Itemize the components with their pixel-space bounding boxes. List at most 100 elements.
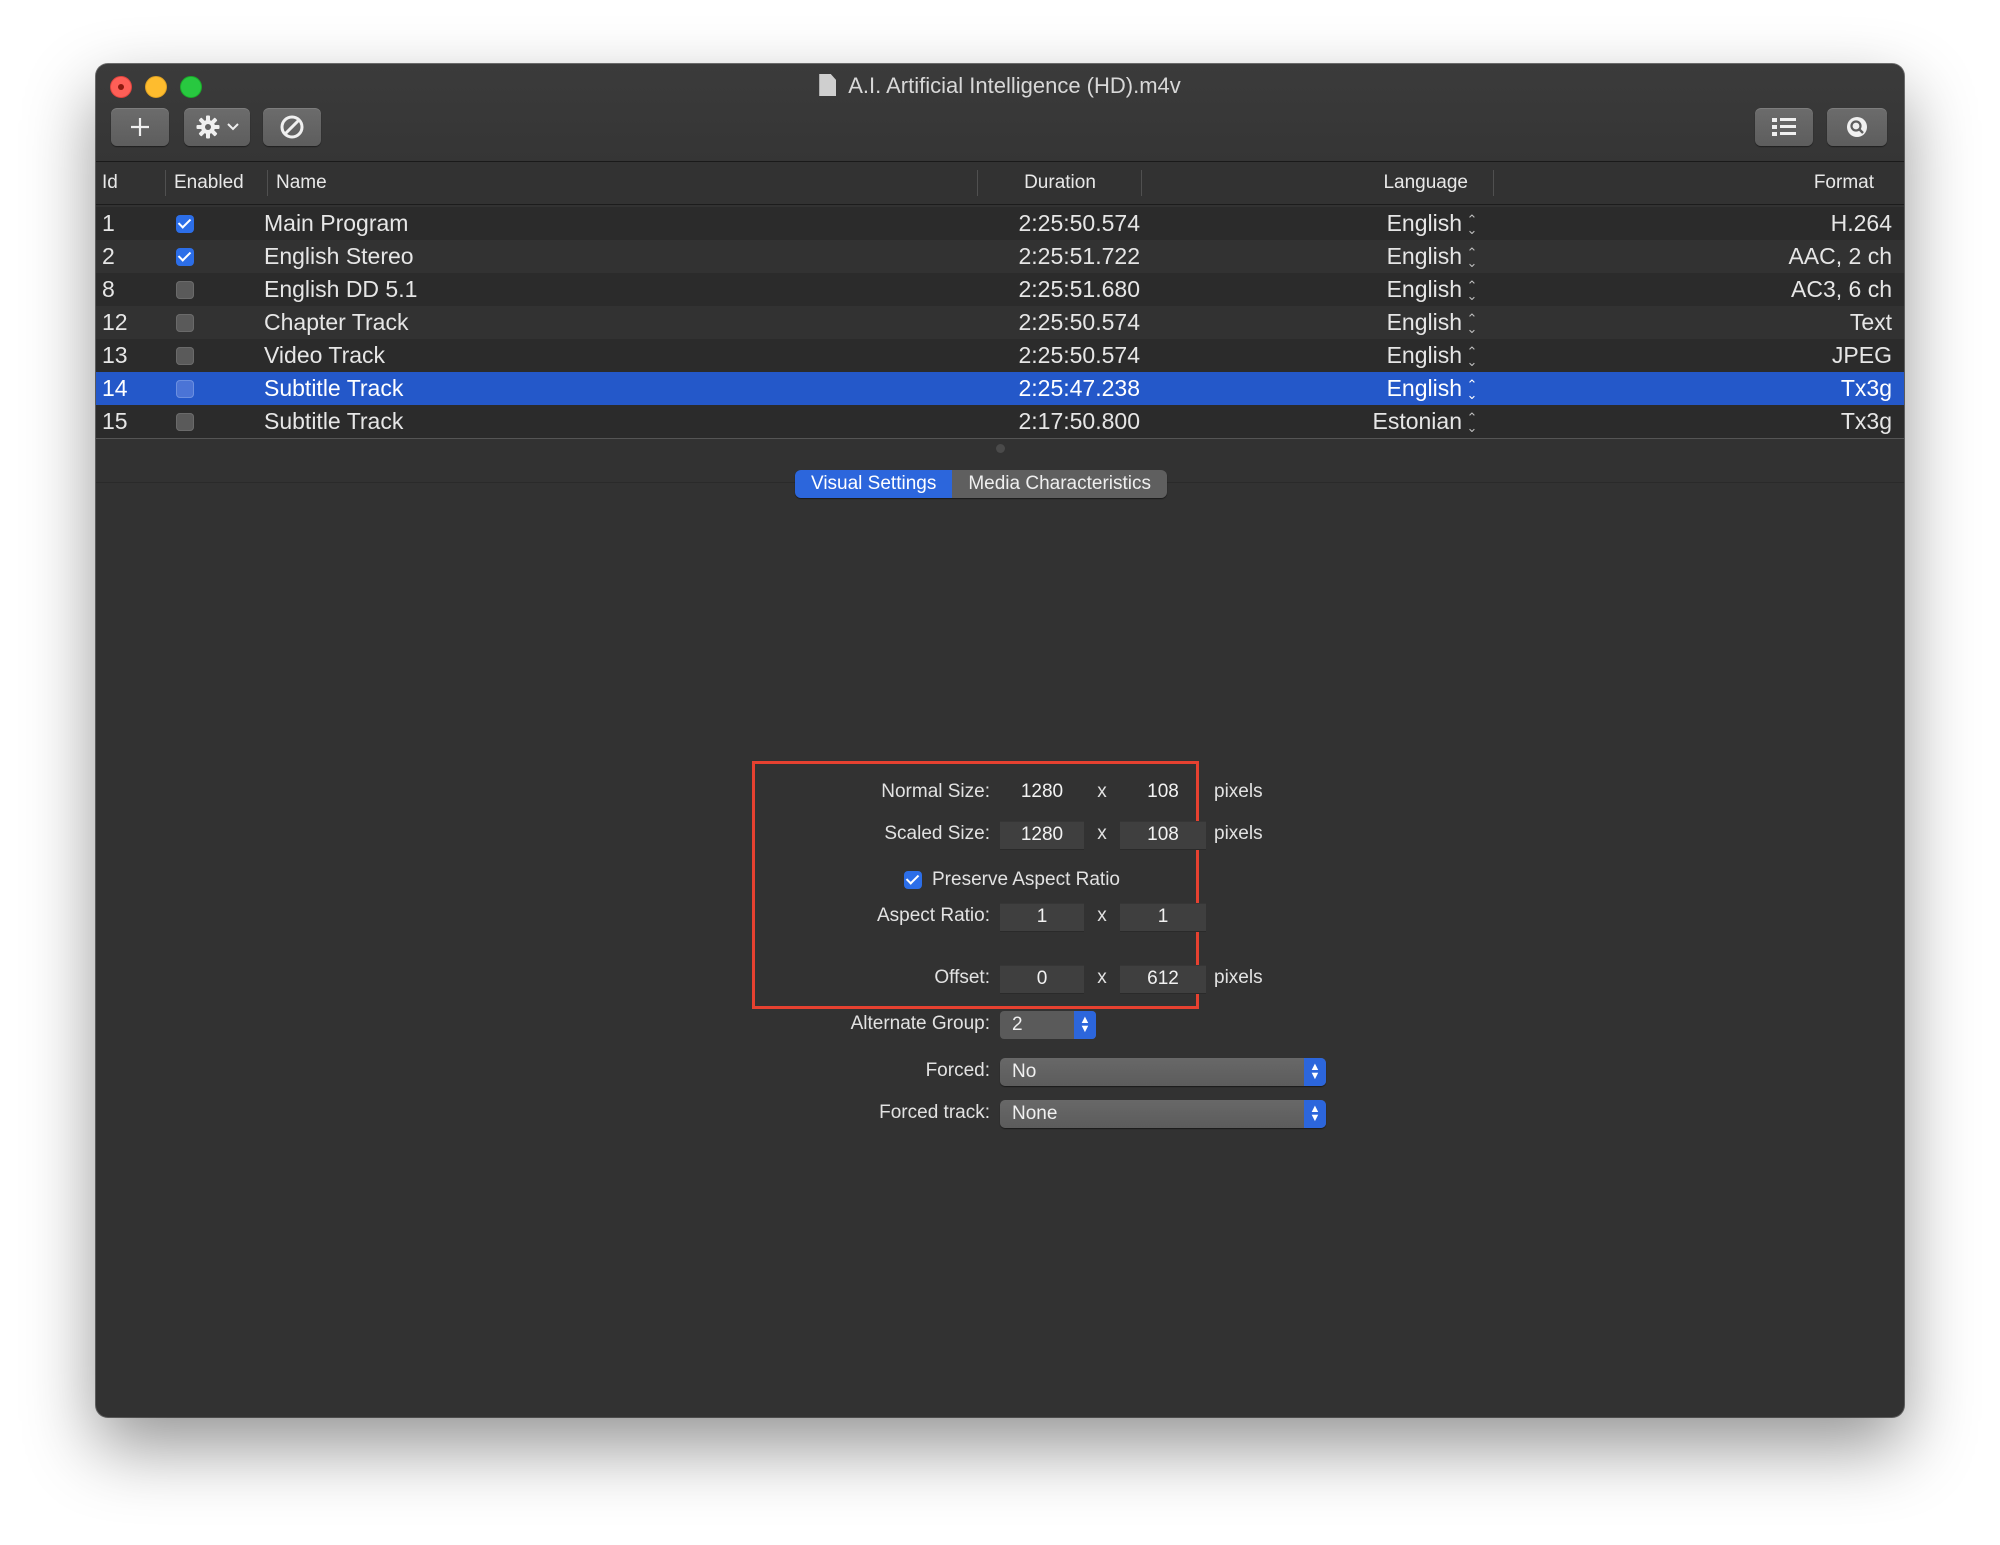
forced-label: Forced: (925, 1060, 990, 1081)
aspect-ratio-width-field[interactable]: 1 (1000, 903, 1084, 932)
prohibited-icon (280, 115, 304, 139)
track-id: 1 (102, 210, 115, 236)
track-language-popup[interactable]: English ⌃ ⌄ (1186, 240, 1478, 273)
column-format-header[interactable]: Format (1494, 162, 1874, 204)
tab-media-characteristics[interactable]: Media Characteristics (952, 470, 1168, 498)
column-duration-header[interactable]: Duration (978, 162, 1142, 204)
track-duration: 2:25:47.238 (1018, 375, 1140, 401)
window-title-text: A.I. Artificial Intelligence (HD).m4v (848, 73, 1181, 98)
up-down-arrows-icon: ⌃ ⌄ (1466, 343, 1478, 369)
enabled-checkbox[interactable] (176, 413, 194, 431)
table-row[interactable]: 14 Subtitle Track 2:25:47.238 English ⌃ ⌄ Tx3g (96, 372, 1904, 405)
tracks-table-body: 1 Main Program 2:25:50.574 English ⌃ ⌄ H.264 2 E… (96, 207, 1904, 438)
up-down-arrows-icon: ⌃ ⌄ (1466, 310, 1478, 336)
track-language-popup[interactable]: Estonian ⌃ ⌄ (1186, 405, 1478, 438)
offset-unit: pixels (1214, 967, 1263, 988)
track-duration: 2:25:51.680 (1018, 276, 1140, 302)
enabled-checkbox[interactable] (176, 281, 194, 299)
alternate-group-combo[interactable]: 2 ▲ ▼ (1000, 1011, 1096, 1039)
alternate-group-label: Alternate Group: (850, 1013, 990, 1034)
track-language-popup[interactable]: English ⌃ ⌄ (1186, 207, 1478, 240)
column-name-header[interactable]: Name (266, 162, 978, 204)
enabled-checkbox[interactable] (176, 314, 194, 332)
track-duration: 2:25:50.574 (1018, 210, 1140, 236)
enabled-checkbox[interactable] (176, 347, 194, 365)
track-format: AC3, 6 ch (1791, 276, 1892, 302)
track-language: English (1386, 309, 1462, 335)
preserve-aspect-ratio-label[interactable]: Preserve Aspect Ratio (932, 866, 1172, 894)
detail-tabs: Visual Settings Media Characteristics (795, 470, 1168, 498)
track-language-popup[interactable]: English ⌃ ⌄ (1186, 306, 1478, 339)
track-language: English (1386, 210, 1462, 236)
track-name: Video Track (264, 342, 386, 368)
preserve-aspect-ratio-checkbox[interactable] (904, 871, 922, 889)
stepper-arrows-icon[interactable]: ▲ ▼ (1074, 1011, 1096, 1039)
column-language-header[interactable]: Language (1142, 162, 1494, 204)
enabled-checkbox[interactable] (176, 380, 194, 398)
disable-button[interactable] (263, 108, 321, 146)
track-language-popup[interactable]: English ⌃ ⌄ (1186, 339, 1478, 372)
up-down-arrows-icon: ⌃ ⌄ (1466, 409, 1478, 435)
track-name: Chapter Track (264, 309, 409, 335)
track-id: 13 (102, 342, 128, 368)
inspect-button[interactable] (1827, 108, 1887, 146)
scaled-size-label: Scaled Size: (884, 823, 990, 844)
gear-icon (196, 115, 219, 139)
track-id: 15 (102, 408, 128, 434)
popup-arrows-icon: ▲ ▼ (1304, 1100, 1326, 1128)
track-language: English (1386, 276, 1462, 302)
track-name: English DD 5.1 (264, 276, 418, 302)
table-row[interactable]: 15 Subtitle Track 2:17:50.800 Estonian ⌃ ⌄ Tx3… (96, 405, 1904, 438)
alternate-group-value: 2 (1012, 1014, 1023, 1035)
forced-track-popup[interactable]: None ▲ ▼ (1000, 1100, 1326, 1128)
scaled-size-unit: pixels (1214, 823, 1263, 844)
popup-arrows-icon: ▲ ▼ (1304, 1058, 1326, 1086)
offset-label: Offset: (934, 967, 990, 988)
forced-popup[interactable]: No ▲ ▼ (1000, 1058, 1326, 1086)
track-name: Subtitle Track (264, 408, 404, 434)
enabled-checkbox[interactable] (176, 215, 194, 233)
track-duration: 2:25:50.574 (1018, 309, 1140, 335)
enabled-checkbox[interactable] (176, 248, 194, 266)
split-view-handle[interactable] (996, 444, 1005, 453)
table-row[interactable]: 12 Chapter Track 2:25:50.574 English ⌃ ⌄ Text (96, 306, 1904, 339)
table-row[interactable]: 1 Main Program 2:25:50.574 English ⌃ ⌄ H.264 (96, 207, 1904, 240)
track-format: Text (1849, 309, 1892, 335)
document-icon (819, 74, 837, 96)
up-down-arrows-icon: ⌃ ⌄ (1466, 277, 1478, 303)
offset-separator: x (1097, 967, 1107, 988)
track-language-popup[interactable]: English ⌃ ⌄ (1186, 273, 1478, 306)
scaled-height-field[interactable]: 108 (1120, 821, 1206, 850)
aspect-ratio-label: Aspect Ratio: (877, 905, 990, 926)
actions-menu-button[interactable] (184, 108, 250, 146)
column-id-header[interactable]: Id (102, 162, 166, 204)
add-track-button[interactable] (111, 108, 169, 146)
tab-visual-settings[interactable]: Visual Settings (795, 470, 953, 498)
normal-size-height: 108 (1147, 781, 1179, 802)
track-name: Subtitle Track (264, 375, 404, 401)
track-id: 8 (102, 276, 115, 302)
track-language: English (1386, 243, 1462, 269)
up-down-arrows-icon: ⌃ ⌄ (1466, 244, 1478, 270)
scaled-width-field[interactable]: 1280 (1000, 821, 1084, 850)
up-down-arrows-icon: ⌃ ⌄ (1466, 376, 1478, 402)
offset-y-field[interactable]: 612 (1120, 965, 1206, 994)
track-language-popup[interactable]: English ⌃ ⌄ (1186, 372, 1478, 405)
up-down-arrows-icon: ⌃ ⌄ (1466, 211, 1478, 237)
table-row[interactable]: 13 Video Track 2:25:50.574 English ⌃ ⌄ JPEG (96, 339, 1904, 372)
track-name: Main Program (264, 210, 409, 236)
table-row[interactable]: 2 English Stereo 2:25:51.722 English ⌃ ⌄ AAC, … (96, 240, 1904, 273)
table-row[interactable]: 8 English DD 5.1 2:25:51.680 English ⌃ ⌄ AC3, … (96, 273, 1904, 306)
column-enabled-header[interactable]: Enabled (174, 162, 268, 204)
normal-size-label: Normal Size: (881, 781, 990, 802)
list-view-button[interactable] (1755, 108, 1813, 146)
offset-x-field[interactable]: 0 (1000, 965, 1084, 994)
track-duration: 2:17:50.800 (1018, 408, 1140, 434)
track-language: English (1386, 375, 1462, 401)
track-id: 2 (102, 243, 115, 269)
aspect-ratio-height-field[interactable]: 1 (1120, 903, 1206, 932)
table-bottom-border (96, 438, 1904, 439)
forced-track-value: None (1012, 1103, 1058, 1124)
main-window: A.I. Artificial Intelligence (HD).m4v Id… (96, 64, 1904, 1417)
title-bar: A.I. Artificial Intelligence (HD).m4v (96, 64, 1904, 162)
